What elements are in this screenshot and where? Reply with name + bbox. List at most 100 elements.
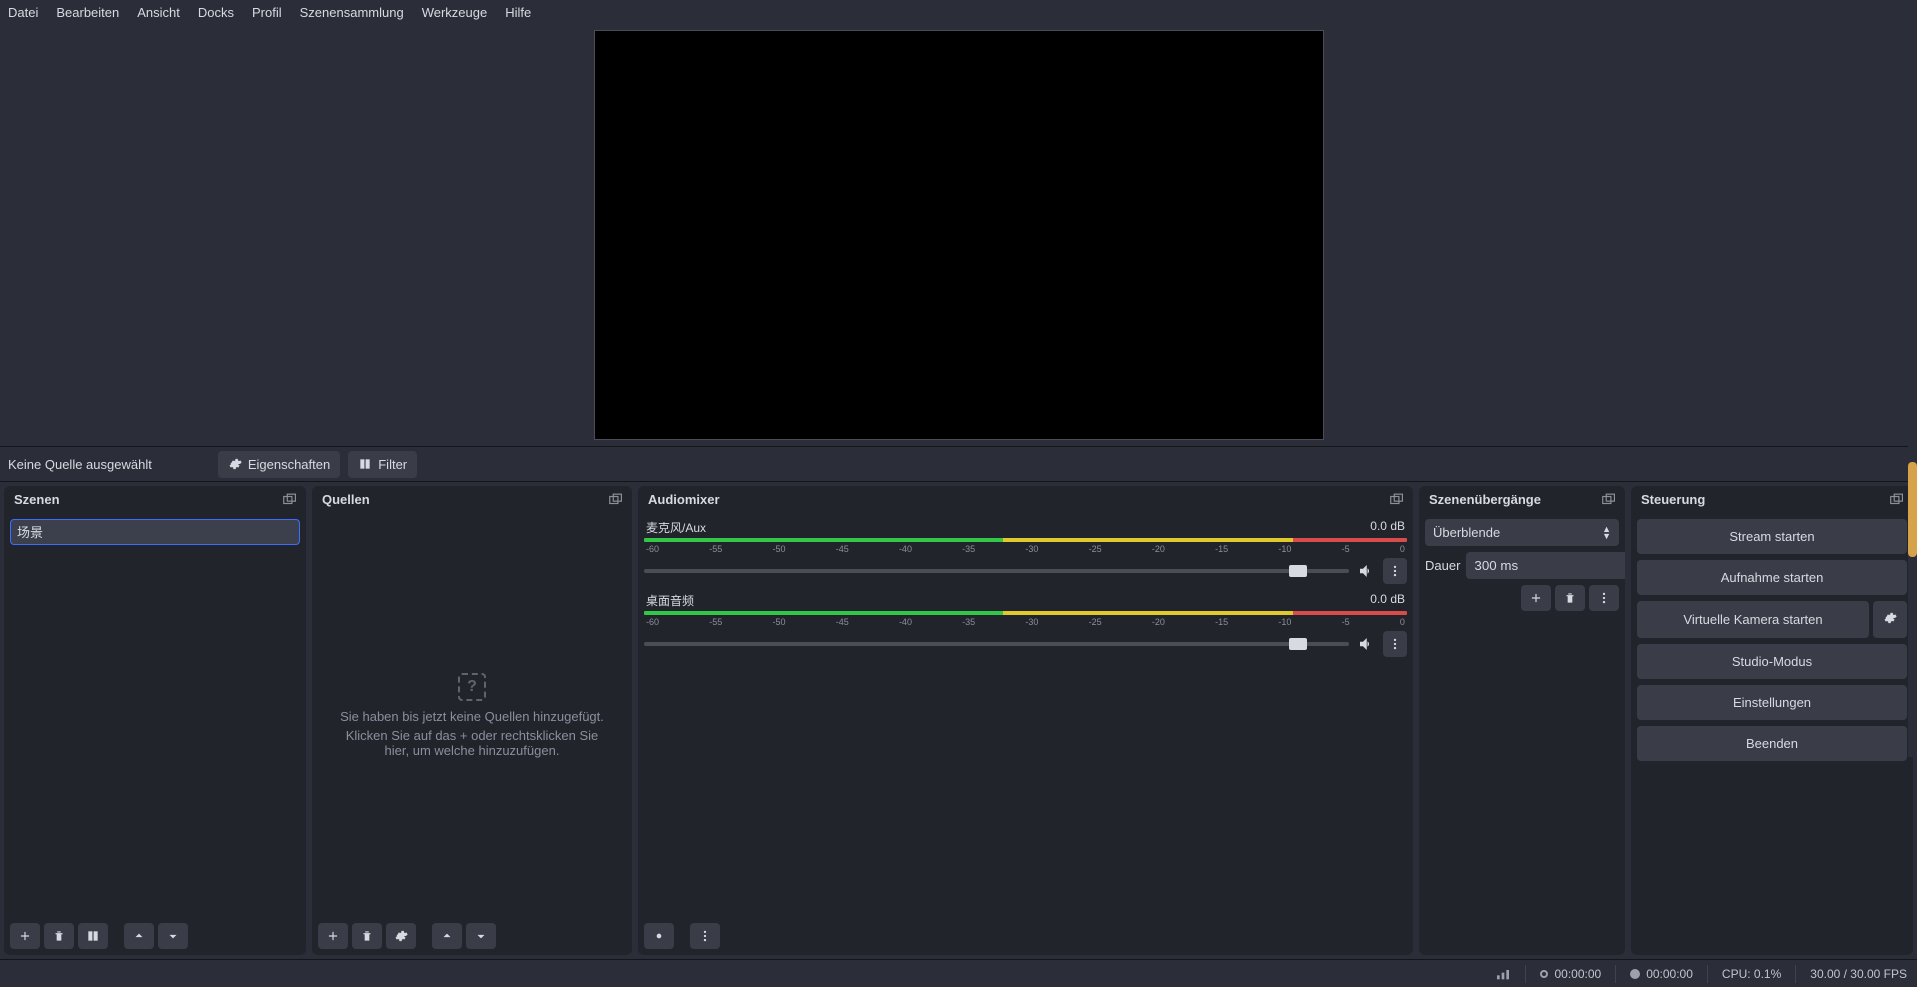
- split-icon: [86, 929, 100, 943]
- sources-dock: Quellen ? Sie haben bis jetzt keine Quel…: [312, 486, 632, 955]
- popout-icon[interactable]: [282, 493, 296, 507]
- audio-options-button[interactable]: [1383, 558, 1407, 584]
- menu-datei[interactable]: Datei: [8, 5, 38, 20]
- audio-menu-button[interactable]: [690, 923, 720, 949]
- audio-channel-name: 麦克风/Aux: [646, 519, 706, 536]
- scene-name-input[interactable]: [17, 524, 293, 539]
- gear-icon: [228, 457, 242, 471]
- popout-icon[interactable]: [1389, 493, 1403, 507]
- scrollbar-thumb[interactable]: [1908, 462, 1917, 557]
- speaker-icon[interactable]: [1357, 562, 1375, 580]
- docks-row: Szenen Quellen ? Sie haben bis jetzt kei…: [0, 482, 1917, 959]
- filters-button[interactable]: Filter: [348, 451, 417, 478]
- scenes-title: Szenen: [14, 492, 60, 507]
- audio-channel-db: 0.0 dB: [1370, 519, 1405, 536]
- start-record-button[interactable]: Aufnahme starten: [1637, 560, 1907, 595]
- sources-empty-state: ? Sie haben bis jetzt keine Quellen hinz…: [318, 519, 626, 911]
- audio-options-button[interactable]: [1383, 631, 1407, 657]
- audio-scale: -60-55-50-45-40-35-30-25-20-15-10-50: [644, 544, 1407, 554]
- transition-selected-label: Überblende: [1433, 525, 1500, 540]
- source-move-up-button[interactable]: [432, 923, 462, 949]
- audiomixer-dock: Audiomixer 麦克风/Aux 0.0 dB -60-55-50-45-4…: [638, 486, 1413, 955]
- add-source-button[interactable]: [318, 923, 348, 949]
- properties-button[interactable]: Eigenschaften: [218, 451, 340, 478]
- plus-icon: [1529, 591, 1543, 605]
- audiomixer-title: Audiomixer: [648, 492, 720, 507]
- stream-dot-icon: [1540, 970, 1548, 978]
- vcam-settings-button[interactable]: [1873, 601, 1907, 638]
- scenes-toolbar: [4, 917, 306, 955]
- transition-menu-button[interactable]: [1589, 585, 1619, 611]
- popout-icon[interactable]: [608, 493, 622, 507]
- popout-icon[interactable]: [1889, 493, 1903, 507]
- select-spinner-icon: ▲▼: [1602, 526, 1611, 540]
- controls-dock: Steuerung Stream starten Aufnahme starte…: [1631, 486, 1913, 955]
- menu-werkzeuge[interactable]: Werkzeuge: [422, 5, 488, 20]
- popout-icon[interactable]: [1601, 493, 1615, 507]
- record-dot-icon: [1630, 969, 1640, 979]
- menu-docks[interactable]: Docks: [198, 5, 234, 20]
- menu-profil[interactable]: Profil: [252, 5, 282, 20]
- source-info-bar: Keine Quelle ausgewählt Eigenschaften Fi…: [0, 446, 1917, 482]
- preview-area: [0, 24, 1917, 446]
- speaker-icon[interactable]: [1357, 635, 1375, 653]
- audio-meter: [644, 538, 1407, 542]
- add-transition-button[interactable]: [1521, 585, 1551, 611]
- stream-time: 00:00:00: [1554, 967, 1601, 981]
- transitions-title: Szenenübergänge: [1429, 492, 1541, 507]
- remove-source-button[interactable]: [352, 923, 382, 949]
- scene-move-up-button[interactable]: [124, 923, 154, 949]
- duration-label: Dauer: [1425, 558, 1460, 573]
- chevron-down-icon: [166, 929, 180, 943]
- chevron-up-icon: [440, 929, 454, 943]
- gear-icon: [1883, 611, 1897, 625]
- start-stream-button[interactable]: Stream starten: [1637, 519, 1907, 554]
- transitions-dock: Szenenübergänge Überblende ▲▼ Dauer ▲ ▼: [1419, 486, 1625, 955]
- audio-toolbar: [638, 917, 1413, 955]
- fps-label: 30.00 / 30.00 FPS: [1810, 967, 1907, 981]
- volume-slider[interactable]: [644, 569, 1349, 573]
- dots-vertical-icon: [698, 929, 712, 943]
- exit-button[interactable]: Beenden: [1637, 726, 1907, 761]
- menu-szenensammlung[interactable]: Szenensammlung: [300, 5, 404, 20]
- scene-move-down-button[interactable]: [158, 923, 188, 949]
- settings-button[interactable]: Einstellungen: [1637, 685, 1907, 720]
- controls-title: Steuerung: [1641, 492, 1705, 507]
- volume-slider[interactable]: [644, 642, 1349, 646]
- menu-ansicht[interactable]: Ansicht: [137, 5, 180, 20]
- scenes-dock: Szenen: [4, 486, 306, 955]
- dots-vertical-icon: [1388, 564, 1402, 578]
- dots-vertical-icon: [1597, 591, 1611, 605]
- preview-canvas[interactable]: [594, 30, 1324, 440]
- no-source-label: Keine Quelle ausgewählt: [8, 457, 152, 472]
- scene-item[interactable]: [10, 519, 300, 545]
- trash-icon: [1563, 591, 1577, 605]
- studio-mode-button[interactable]: Studio-Modus: [1637, 644, 1907, 679]
- transition-select[interactable]: Überblende ▲▼: [1425, 519, 1619, 546]
- duration-input[interactable]: [1466, 552, 1625, 579]
- scene-filter-button[interactable]: [78, 923, 108, 949]
- audio-channel-mic: 麦克风/Aux 0.0 dB -60-55-50-45-40-35-30-25-…: [644, 519, 1407, 584]
- advanced-audio-button[interactable]: [644, 923, 674, 949]
- source-properties-button[interactable]: [386, 923, 416, 949]
- audio-channel-name: 桌面音频: [646, 592, 694, 609]
- source-move-down-button[interactable]: [466, 923, 496, 949]
- add-scene-button[interactable]: [10, 923, 40, 949]
- plus-icon: [326, 929, 340, 943]
- sources-toolbar: [312, 917, 632, 955]
- start-vcam-button[interactable]: Virtuelle Kamera starten: [1637, 601, 1869, 638]
- menu-bearbeiten[interactable]: Bearbeiten: [56, 5, 119, 20]
- filters-label: Filter: [378, 457, 407, 472]
- filter-icon: [358, 457, 372, 471]
- statusbar: 00:00:00 00:00:00 CPU: 0.1% 30.00 / 30.0…: [0, 959, 1917, 987]
- remove-scene-button[interactable]: [44, 923, 74, 949]
- menubar: Datei Bearbeiten Ansicht Docks Profil Sz…: [0, 0, 1917, 24]
- menu-hilfe[interactable]: Hilfe: [505, 5, 531, 20]
- properties-label: Eigenschaften: [248, 457, 330, 472]
- audio-meter: [644, 611, 1407, 615]
- signal-icon: [1495, 966, 1511, 982]
- gear-icon: [394, 929, 408, 943]
- question-icon: ?: [458, 673, 486, 701]
- right-scrollbar[interactable]: [1908, 22, 1917, 757]
- remove-transition-button[interactable]: [1555, 585, 1585, 611]
